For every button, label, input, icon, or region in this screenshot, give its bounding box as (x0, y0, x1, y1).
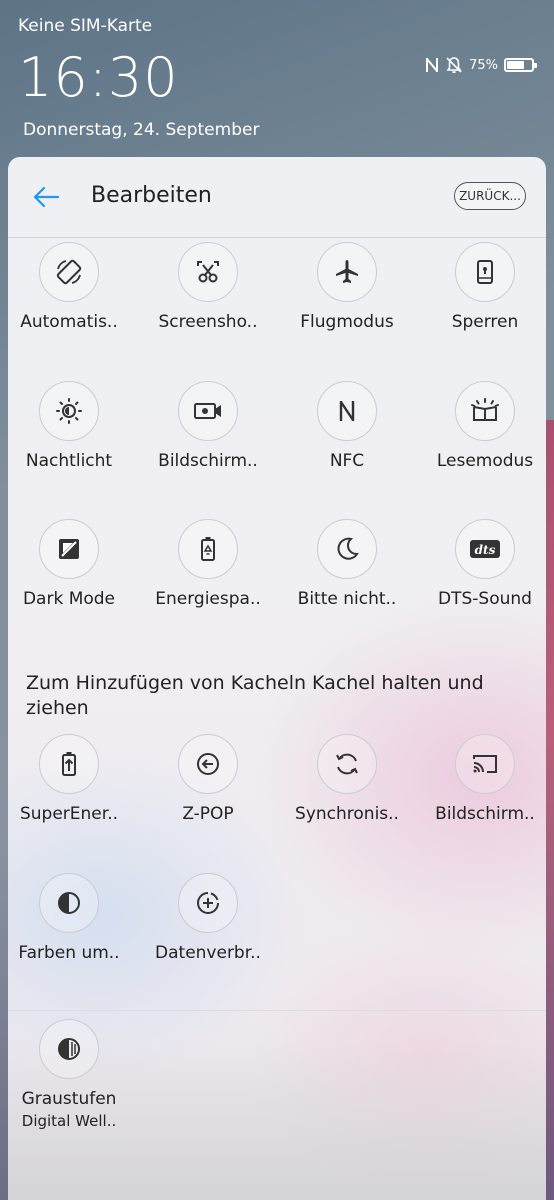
cast-icon (455, 734, 515, 794)
lock-screen-icon (455, 242, 515, 302)
battery-percent: 75% (469, 57, 498, 73)
quick-settings-editor: Bearbeiten ZURÜCK... Automatis.. Screens… (8, 157, 546, 1200)
tile-label: Lesemodus (436, 451, 534, 471)
screenshot-icon (178, 242, 238, 302)
tile-nfc[interactable]: NFC (279, 381, 415, 471)
dts-icon: dts (455, 519, 515, 579)
battery-saver-icon (178, 519, 238, 579)
dark-mode-icon (39, 519, 99, 579)
tile-label: Farben um.. (18, 943, 120, 963)
tile-label: Sperren (451, 312, 519, 332)
editor-header: Bearbeiten ZURÜCK... (8, 157, 546, 238)
back-button[interactable] (30, 181, 62, 213)
z-pop-icon (178, 734, 238, 794)
status-area: Keine SIM-Karte 16:30 Donnerstag, 24. Se… (0, 0, 554, 160)
tile-data-saver[interactable]: Datenverbr.. (140, 873, 276, 963)
reading-mode-icon (455, 381, 515, 441)
tile-label: Bitte nicht.. (297, 589, 397, 609)
tile-label: Flugmodus (300, 312, 394, 332)
tile-label: SuperEner.. (19, 804, 118, 824)
tile-label: Synchronis.. (295, 804, 399, 824)
moon-icon (317, 519, 377, 579)
svg-text:dts: dts (475, 543, 496, 557)
add-tiles-hint: Zum Hinzufügen von Kacheln Kachel halten… (26, 672, 484, 719)
tile-auto-rotate[interactable]: Automatis.. (8, 242, 137, 332)
nfc-icon (425, 56, 439, 74)
data-saver-icon (178, 873, 238, 933)
grayscale-icon (39, 1019, 99, 1079)
tile-lock-screen[interactable]: Sperren (417, 242, 546, 332)
tile-invert-colors[interactable]: Farben um.. (8, 873, 137, 963)
screen-record-icon (178, 381, 238, 441)
tile-sublabel: Digital Well.. (21, 1112, 117, 1130)
tile-label: NFC (329, 451, 365, 471)
super-power-saving-icon (39, 734, 99, 794)
nfc-icon (317, 381, 377, 441)
tile-sync[interactable]: Synchronis.. (279, 734, 415, 824)
tile-label: Bildschirm.. (435, 804, 535, 824)
reset-button[interactable]: ZURÜCK... (454, 182, 526, 210)
battery-icon (504, 58, 537, 72)
carrier-label: Keine SIM-Karte (18, 16, 153, 36)
tile-dark-mode[interactable]: Dark Mode (8, 519, 137, 609)
auto-rotate-icon (39, 242, 99, 302)
tile-z-pop[interactable]: Z-POP (140, 734, 276, 824)
tile-label: Nachtlicht (25, 451, 113, 471)
tile-label: Energiespa.. (155, 589, 261, 609)
invert-colors-icon (39, 873, 99, 933)
section-divider (8, 1010, 546, 1011)
tile-label: Automatis.. (20, 312, 118, 332)
tile-label: Graustufen (21, 1089, 117, 1109)
tile-label: Z-POP (182, 804, 234, 824)
tile-label: DTS-Sound (438, 589, 532, 609)
tile-cast[interactable]: Bildschirm.. (417, 734, 546, 824)
tile-battery-saver[interactable]: Energiespa.. (140, 519, 276, 609)
tile-reading-mode[interactable]: Lesemodus (417, 381, 546, 471)
system-icons: 75% (425, 56, 537, 74)
arrow-left-icon (33, 186, 60, 208)
night-light-icon (39, 381, 99, 441)
tile-label: Screensho.. (158, 312, 258, 332)
tile-dts-sound[interactable]: dts DTS-Sound (417, 519, 546, 609)
tile-screen-record[interactable]: Bildschirm.. (140, 381, 276, 471)
airplane-icon (317, 242, 377, 302)
tile-night-light[interactable]: Nachtlicht (8, 381, 137, 471)
tile-grayscale[interactable]: Graustufen Digital Well.. (8, 1019, 137, 1130)
bell-off-icon (445, 56, 463, 74)
tile-label: Dark Mode (22, 589, 116, 609)
tile-do-not-disturb[interactable]: Bitte nicht.. (279, 519, 415, 609)
sync-icon (317, 734, 377, 794)
date-label: Donnerstag, 24. September (23, 120, 260, 140)
tile-label: Datenverbr.. (155, 943, 261, 963)
tile-airplane[interactable]: Flugmodus (279, 242, 415, 332)
tile-screenshot[interactable]: Screensho.. (140, 242, 276, 332)
page-title: Bearbeiten (91, 183, 212, 208)
tile-label: Bildschirm.. (158, 451, 258, 471)
tile-super-power-saving[interactable]: SuperEner.. (8, 734, 137, 824)
battery-level (507, 61, 524, 69)
clock: 16:30 (18, 46, 179, 109)
